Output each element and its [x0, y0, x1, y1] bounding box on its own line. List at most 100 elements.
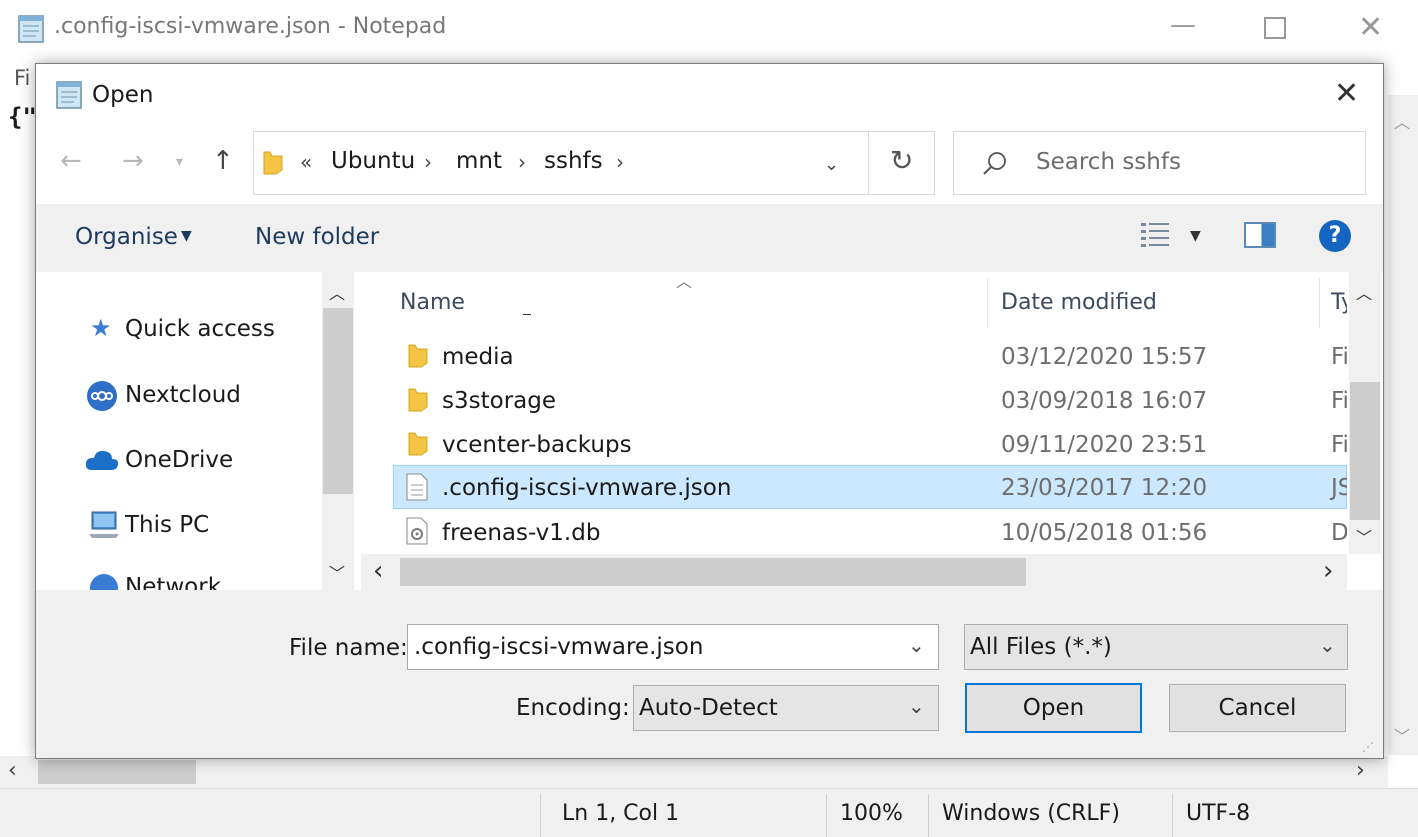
- organise-dropdown-icon[interactable]: ▼: [181, 228, 192, 244]
- address-dropdown-chevron-icon[interactable]: ⌄: [824, 154, 839, 175]
- file-date: 23/03/2017 12:20: [1001, 475, 1208, 501]
- dialog-footer: File name: .config-iscsi-vmware.json ⌄ A…: [36, 590, 1383, 758]
- file-list[interactable]: ︿ Name Date modified Ty media 03/12/2020…: [361, 272, 1347, 554]
- organise-button[interactable]: Organise: [75, 224, 178, 250]
- file-type: JS: [1331, 475, 1347, 501]
- notepad-menu-file[interactable]: Fi: [14, 66, 30, 90]
- table-row[interactable]: media 03/12/2020 15:57 Fi: [393, 334, 1347, 378]
- chevron-right-icon[interactable]: ›: [616, 150, 624, 174]
- scroll-right-icon[interactable]: ›: [1356, 758, 1365, 783]
- refresh-icon[interactable]: ↻: [890, 144, 913, 177]
- file-list-vertical-scrollbar[interactable]: ︿ ﹀: [1349, 272, 1381, 554]
- nav-this-pc[interactable]: This PC: [125, 512, 209, 538]
- file-name: vcenter-backups: [442, 432, 632, 458]
- scroll-right-icon[interactable]: ›: [1323, 556, 1333, 586]
- back-arrow-icon[interactable]: ←: [60, 146, 82, 176]
- help-icon[interactable]: ?: [1319, 220, 1351, 252]
- view-dropdown-icon[interactable]: ▼: [1190, 228, 1201, 244]
- nav-network[interactable]: Network: [125, 574, 221, 590]
- dialog-close-icon[interactable]: ✕: [1334, 76, 1359, 111]
- breadcrumb-overflow[interactable]: «: [300, 150, 312, 174]
- file-type: D: [1331, 520, 1347, 546]
- recent-locations-chevron-icon[interactable]: ▾: [176, 154, 183, 170]
- scroll-down-icon[interactable]: ﹀: [329, 560, 345, 584]
- close-icon[interactable]: ✕: [1358, 10, 1383, 45]
- column-divider[interactable]: [987, 278, 988, 328]
- breadcrumb-mnt[interactable]: mnt: [456, 148, 502, 174]
- status-encoding: UTF-8: [1186, 801, 1251, 826]
- scroll-up-icon[interactable]: ︿: [329, 280, 345, 304]
- nextcloud-icon: [86, 380, 118, 416]
- column-header-name[interactable]: Name: [400, 290, 465, 315]
- minimize-icon[interactable]: —: [1170, 10, 1196, 40]
- file-date: 03/09/2018 16:07: [1001, 388, 1208, 414]
- file-list-horizontal-scrollbar[interactable]: ‹ ›: [361, 554, 1347, 590]
- scroll-thumb[interactable]: [323, 308, 353, 494]
- column-header-type[interactable]: Ty: [1331, 290, 1347, 315]
- notepad-vertical-scrollbar[interactable]: ︿ ﹀: [1388, 95, 1418, 755]
- file-name-input[interactable]: .config-iscsi-vmware.json ⌄: [407, 624, 939, 670]
- table-row[interactable]: freenas-v1.db 10/05/2018 01:56 D: [393, 510, 1347, 554]
- status-zoom: 100%: [840, 801, 903, 826]
- column-header-date[interactable]: Date modified: [1001, 290, 1157, 315]
- chevron-right-icon[interactable]: ›: [424, 150, 432, 174]
- breadcrumb-sshfs[interactable]: sshfs: [544, 148, 603, 174]
- up-arrow-icon[interactable]: ↑: [212, 146, 234, 176]
- table-row[interactable]: vcenter-backups 09/11/2020 23:51 Fi: [393, 422, 1347, 466]
- document-icon: [405, 473, 429, 505]
- maximize-icon[interactable]: [1264, 17, 1286, 39]
- status-divider: [1172, 794, 1173, 837]
- forward-arrow-icon[interactable]: →: [122, 146, 144, 176]
- notepad-window-title: .config-iscsi-vmware.json - Notepad: [54, 14, 447, 39]
- chevron-down-icon[interactable]: ⌄: [908, 694, 925, 718]
- resize-grip-icon[interactable]: ⋰: [1362, 740, 1374, 754]
- folder-icon: [407, 387, 429, 417]
- search-box[interactable]: Search sshfs: [953, 131, 1366, 195]
- scroll-left-icon[interactable]: ‹: [373, 556, 383, 586]
- file-date: 10/05/2018 01:56: [1001, 520, 1208, 546]
- scroll-up-icon[interactable]: ︿: [1394, 109, 1410, 133]
- encoding-select[interactable]: Auto-Detect ⌄: [633, 685, 939, 731]
- address-bar[interactable]: « Ubuntu › mnt › sshfs › ⌄ ↻: [253, 131, 935, 195]
- scroll-left-icon[interactable]: ‹: [8, 758, 17, 783]
- cancel-button[interactable]: Cancel: [1169, 684, 1346, 732]
- dialog-app-icon: [54, 78, 84, 114]
- navigation-scrollbar[interactable]: ︿ ﹀: [322, 272, 354, 590]
- open-dialog: Open ✕ ← → ▾ ↑ « Ubuntu › mnt › sshfs › …: [35, 63, 1384, 759]
- preview-pane-icon[interactable]: [1244, 222, 1276, 248]
- nav-nextcloud[interactable]: Nextcloud: [125, 382, 241, 408]
- open-button[interactable]: Open: [965, 683, 1142, 733]
- scroll-up-icon[interactable]: ︿: [1356, 280, 1372, 304]
- file-type-filter[interactable]: All Files (*.*) ⌄: [964, 624, 1348, 670]
- breadcrumb-ubuntu[interactable]: Ubuntu: [331, 148, 415, 174]
- new-folder-button[interactable]: New folder: [255, 224, 379, 250]
- chevron-down-icon[interactable]: ⌄: [1319, 633, 1336, 657]
- network-icon: [88, 572, 120, 590]
- navigation-pane[interactable]: ★ Quick access Nextcloud OneDrive This P…: [36, 272, 358, 590]
- chevron-right-icon[interactable]: ›: [518, 150, 526, 174]
- scroll-thumb[interactable]: [1350, 382, 1380, 520]
- view-options-icon[interactable]: [1140, 220, 1172, 254]
- scroll-down-icon[interactable]: ﹀: [1356, 524, 1372, 548]
- file-name: s3storage: [442, 388, 556, 414]
- table-row[interactable]: s3storage 03/09/2018 16:07 Fi: [393, 378, 1347, 422]
- database-file-icon: [405, 517, 429, 549]
- scroll-thumb[interactable]: [400, 558, 1026, 586]
- file-type: Fi: [1331, 388, 1347, 414]
- search-icon: [982, 150, 1008, 180]
- sort-ascending-icon: ︿: [676, 272, 693, 291]
- filter-value: All Files (*.*): [970, 634, 1112, 660]
- column-divider[interactable]: [1319, 278, 1320, 328]
- file-name-label: File name:: [289, 635, 408, 661]
- chevron-down-icon[interactable]: ⌄: [908, 633, 925, 657]
- notepad-status-bar: Ln 1, Col 1 100% Windows (CRLF) UTF-8: [0, 788, 1418, 837]
- notepad-horizontal-scrollbar[interactable]: ‹ ›: [0, 756, 1388, 788]
- cloud-icon: [84, 448, 120, 476]
- scroll-down-icon[interactable]: ﹀: [1394, 723, 1410, 747]
- nav-onedrive[interactable]: OneDrive: [125, 447, 233, 473]
- table-row-selected[interactable]: .config-iscsi-vmware.json 23/03/2017 12:…: [393, 465, 1347, 509]
- scroll-thumb[interactable]: [38, 760, 196, 784]
- nav-quick-access[interactable]: Quick access: [125, 316, 275, 342]
- status-divider: [826, 794, 827, 837]
- computer-icon: [88, 510, 120, 544]
